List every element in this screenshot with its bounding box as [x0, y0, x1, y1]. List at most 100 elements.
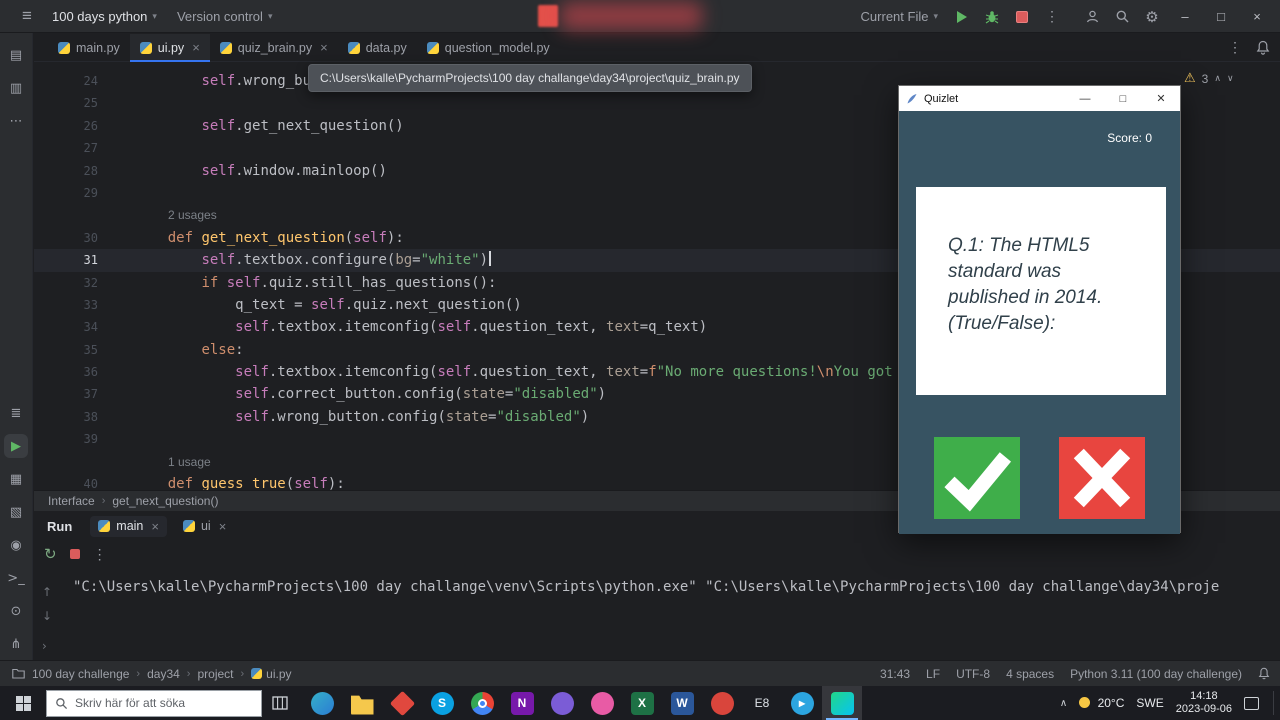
red-app-icon[interactable]: [702, 686, 742, 720]
console-more-icon[interactable]: ⋮: [93, 546, 107, 563]
breadcrumb-method[interactable]: get_next_question(): [112, 494, 218, 508]
project-folder-icon[interactable]: ▤: [4, 43, 28, 67]
taskbar-clock[interactable]: 14:18 2023-09-06: [1176, 690, 1232, 716]
line-number[interactable]: 27: [34, 137, 98, 159]
structure-icon[interactable]: ≣: [4, 401, 28, 425]
taskbar-search-input[interactable]: [75, 696, 245, 710]
interpreter-indicator[interactable]: Python 3.11 (100 day challenge): [1070, 667, 1242, 681]
chrome-icon[interactable]: [462, 686, 502, 720]
line-number[interactable]: 25: [34, 92, 98, 114]
status-crumb-100 day challenge[interactable]: 100 day challenge: [32, 667, 129, 681]
editor-tab-question_model.py[interactable]: question_model.py: [417, 34, 560, 62]
inspections-widget[interactable]: ⚠ 3 ∧ ∨: [1184, 71, 1234, 86]
line-number[interactable]: 33: [34, 294, 98, 316]
false-button[interactable]: [1059, 437, 1145, 519]
skype-icon[interactable]: S: [422, 686, 462, 720]
status-crumb-project[interactable]: project: [197, 667, 233, 681]
line-number[interactable]: 39: [34, 428, 98, 450]
line-number[interactable]: 32: [34, 272, 98, 294]
search-everywhere-button[interactable]: [1108, 5, 1136, 29]
more-run-actions-button[interactable]: ⋮: [1038, 5, 1066, 29]
photos-icon[interactable]: [582, 686, 622, 720]
language-indicator[interactable]: SWE: [1136, 696, 1163, 710]
line-number[interactable]: 24: [34, 70, 98, 92]
quizlet-title-bar[interactable]: Quizlet — □ ✕: [899, 86, 1180, 111]
terminal-icon[interactable]: >_: [4, 566, 28, 590]
run-anything-icon[interactable]: ◉: [4, 533, 28, 557]
stop-button[interactable]: [1008, 5, 1036, 29]
red-gem-icon[interactable]: [382, 686, 422, 720]
line-number[interactable]: 34: [34, 316, 98, 338]
window-close-button[interactable]: ×: [1240, 0, 1274, 33]
vcs-menu[interactable]: Version control ▾: [169, 5, 281, 28]
line-number[interactable]: 28: [34, 160, 98, 182]
excel-icon[interactable]: X: [622, 686, 662, 720]
previous-problem-icon[interactable]: ∧: [1214, 74, 1221, 84]
line-number[interactable]: 31: [34, 249, 98, 271]
line-number[interactable]: 35: [34, 339, 98, 361]
show-hidden-icons-chevron[interactable]: ∧: [1060, 698, 1067, 709]
close-tab-icon[interactable]: ×: [320, 40, 328, 55]
code-with-me-button[interactable]: [1078, 5, 1106, 29]
tab-options-icon[interactable]: ⋮: [1228, 39, 1242, 56]
encoding-indicator[interactable]: UTF-8: [956, 667, 990, 681]
telegram-icon[interactable]: ▸: [782, 686, 822, 720]
quizlet-maximize-button[interactable]: □: [1104, 86, 1142, 111]
editor-tab-quiz_brain.py[interactable]: quiz_brain.py×: [210, 34, 338, 62]
run-button[interactable]: [948, 5, 976, 29]
line-number[interactable]: 38: [34, 406, 98, 428]
window-minimize-button[interactable]: –: [1168, 0, 1202, 33]
usages-label[interactable]: 2 usages: [168, 204, 217, 226]
quizlet-minimize-button[interactable]: —: [1066, 86, 1104, 111]
line-number[interactable]: 30: [34, 227, 98, 249]
action-center-icon[interactable]: [1244, 697, 1259, 710]
show-desktop-strip[interactable]: [1273, 691, 1274, 715]
editor-tab-ui.py[interactable]: ui.py×: [130, 34, 210, 62]
editor-tab-data.py[interactable]: data.py: [338, 34, 417, 62]
close-tab-icon[interactable]: ×: [219, 519, 227, 534]
stop-process-icon[interactable]: [70, 549, 80, 559]
status-crumb-ui.py[interactable]: ui.py: [251, 667, 291, 681]
purple-app-icon[interactable]: [542, 686, 582, 720]
line-number[interactable]: 37: [34, 383, 98, 405]
run-tab-ui[interactable]: ui×: [175, 516, 234, 537]
usages-label[interactable]: 1 usage: [168, 451, 211, 473]
services-icon[interactable]: ▧: [4, 500, 28, 524]
run-tab-main[interactable]: main×: [90, 516, 167, 537]
line-number[interactable]: 29: [34, 182, 98, 204]
task-view-button[interactable]: [262, 686, 298, 720]
run-configuration-selector[interactable]: Current File ▾: [853, 5, 946, 28]
problems-icon[interactable]: ⊙: [4, 599, 28, 623]
scroll-down-icon[interactable]: ↓: [42, 609, 52, 623]
taskbar-search-box[interactable]: [46, 690, 262, 717]
python-packages-icon[interactable]: ▦: [4, 467, 28, 491]
caret-position[interactable]: 31:43: [880, 667, 910, 681]
pycharm-icon[interactable]: [822, 686, 862, 720]
e8-icon[interactable]: E8: [742, 686, 782, 720]
notifications-bell-icon[interactable]: [1256, 40, 1270, 55]
file-explorer-icon[interactable]: [342, 686, 382, 720]
scroll-up-icon[interactable]: ↑: [42, 585, 52, 599]
true-button[interactable]: [934, 437, 1020, 519]
editor-tab-main.py[interactable]: main.py: [48, 34, 130, 62]
edge-icon[interactable]: [302, 686, 342, 720]
settings-button[interactable]: ⚙: [1138, 5, 1166, 29]
more-tool-windows-icon[interactable]: ⋯: [4, 109, 28, 133]
start-button[interactable]: [0, 686, 46, 720]
weather-widget[interactable]: 20°C: [1079, 696, 1124, 710]
debug-button[interactable]: [978, 5, 1006, 29]
line-number[interactable]: 26: [34, 115, 98, 137]
close-tab-icon[interactable]: ×: [151, 519, 159, 534]
window-maximize-button[interactable]: □: [1204, 0, 1238, 33]
status-bell-icon[interactable]: [1258, 667, 1270, 680]
word-icon[interactable]: W: [662, 686, 702, 720]
line-number[interactable]: 36: [34, 361, 98, 383]
line-ending-indicator[interactable]: LF: [926, 667, 940, 681]
line-number[interactable]: [34, 204, 98, 226]
status-crumb-day34[interactable]: day34: [147, 667, 180, 681]
onenote-icon[interactable]: N: [502, 686, 542, 720]
project-selector[interactable]: 100 days python ▾: [44, 5, 165, 28]
quizlet-close-button[interactable]: ✕: [1142, 86, 1180, 111]
next-problem-icon[interactable]: ∨: [1227, 74, 1234, 84]
main-menu-icon[interactable]: ≡: [14, 6, 40, 26]
